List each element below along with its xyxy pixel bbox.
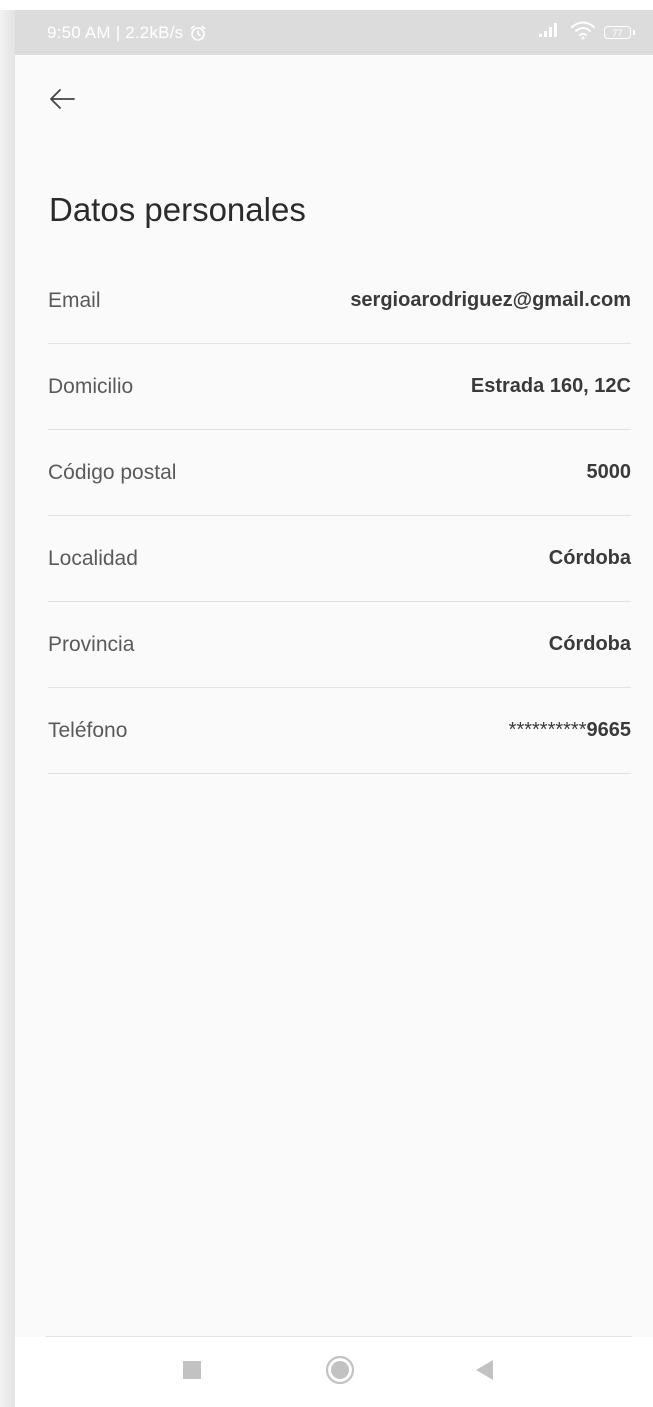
triangle-back-icon	[473, 1358, 495, 1387]
field-row-domicilio: Domicilio Estrada 160, 12C	[48, 344, 631, 430]
window-left-edge	[0, 10, 15, 1407]
signal-bars-icon	[538, 22, 562, 43]
circle-icon	[324, 1354, 356, 1391]
status-icons-group: 77	[538, 10, 635, 55]
phone-screen: 9:50 AM | 2.2kB/s 77 Datos personales Em…	[15, 10, 653, 1407]
navigation-bar	[15, 1337, 653, 1407]
nav-home-button[interactable]	[310, 1337, 370, 1407]
field-label: Código postal	[48, 460, 177, 484]
field-value: 5000	[586, 461, 632, 483]
status-time-group: 9:50 AM | 2.2kB/s	[47, 10, 207, 55]
battery-icon: 77	[604, 26, 635, 39]
nav-back-button[interactable]	[454, 1337, 514, 1407]
field-row-telefono: Teléfono **********9665	[48, 688, 631, 774]
alarm-clock-icon	[189, 24, 207, 42]
nav-recents-button[interactable]	[162, 1337, 222, 1407]
field-label: Teléfono	[48, 718, 128, 742]
battery-level: 77	[612, 27, 623, 38]
personal-data-list: Email sergioarodriguez@gmail.com Domicil…	[48, 258, 631, 774]
field-label: Domicilio	[48, 374, 134, 398]
window-top-edge	[0, 0, 653, 10]
field-value: Estrada 160, 12C	[470, 375, 631, 397]
field-value-phone: **********9665	[509, 719, 631, 742]
status-bar: 9:50 AM | 2.2kB/s 77	[15, 10, 653, 55]
field-value: sergioarodriguez@gmail.com	[350, 289, 631, 311]
page-title: Datos personales	[49, 191, 306, 228]
field-row-provincia: Provincia Córdoba	[48, 602, 631, 688]
field-value: Córdoba	[548, 547, 631, 569]
field-value: Córdoba	[548, 633, 631, 655]
field-row-email: Email sergioarodriguez@gmail.com	[48, 258, 631, 344]
back-button[interactable]	[45, 84, 79, 118]
arrow-left-icon	[47, 87, 77, 116]
wifi-icon	[570, 20, 596, 45]
square-icon	[182, 1360, 202, 1385]
field-row-localidad: Localidad Córdoba	[48, 516, 631, 602]
phone-tail: 9665	[586, 719, 632, 741]
field-label: Localidad	[48, 546, 138, 570]
field-label: Email	[48, 288, 101, 312]
phone-mask: **********	[508, 719, 587, 741]
field-label: Provincia	[48, 632, 135, 656]
field-row-codigo-postal: Código postal 5000	[48, 430, 631, 516]
status-time-speed: 9:50 AM | 2.2kB/s	[47, 22, 184, 42]
